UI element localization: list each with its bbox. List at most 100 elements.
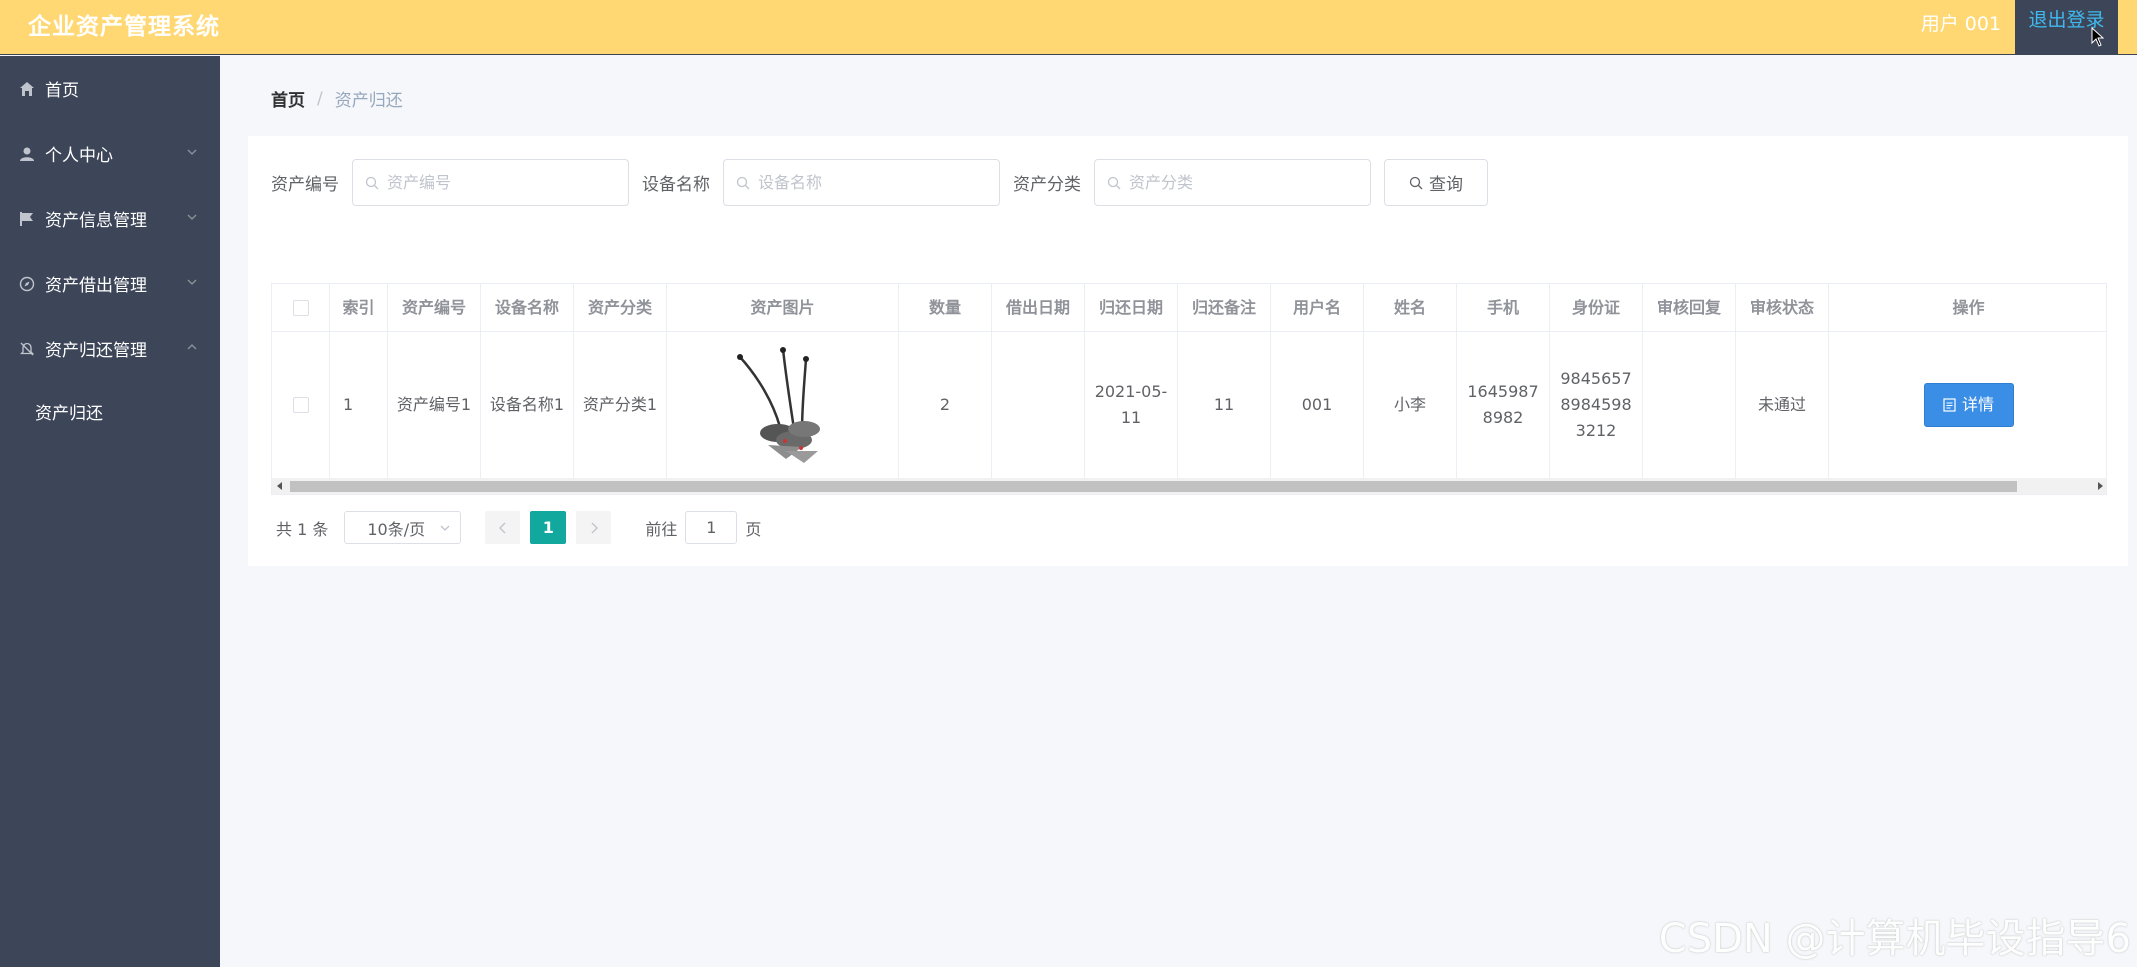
phone-cell: 16459878982 bbox=[1457, 332, 1550, 478]
chevron-right-icon bbox=[591, 522, 598, 533]
sidebar-item-label: 首页 bbox=[45, 81, 79, 101]
lend-date-cell bbox=[992, 332, 1085, 478]
column-header: 审核状态 bbox=[1736, 284, 1829, 331]
column-header: 资产分类 bbox=[574, 284, 667, 331]
sidebar-item-personal-center[interactable]: 个人中心 bbox=[0, 121, 220, 186]
page-number-button[interactable]: 1 bbox=[530, 511, 567, 544]
detail-button-label: 详情 bbox=[1961, 395, 1994, 414]
sidebar: 首页 个人中心 资产信息管理 资产借出管理 资产归还管理 资产归还 bbox=[0, 56, 220, 967]
home-icon bbox=[18, 80, 36, 98]
query-button[interactable]: 查询 bbox=[1384, 159, 1488, 206]
sidebar-item-asset-lending[interactable]: 资产借出管理 bbox=[0, 251, 220, 316]
chevron-up-icon bbox=[187, 344, 197, 350]
column-header: 用户名 bbox=[1271, 284, 1364, 331]
sidebar-item-label: 资产信息管理 bbox=[45, 211, 147, 231]
device-name-label: 设备名称 bbox=[642, 175, 710, 195]
column-header: 设备名称 bbox=[481, 284, 574, 331]
breadcrumb-current: 资产归还 bbox=[334, 91, 403, 111]
app-title: 企业资产管理系统 bbox=[28, 14, 220, 40]
device-name-input-wrapper bbox=[723, 159, 1000, 206]
flag-icon bbox=[18, 210, 36, 228]
column-header: 索引 bbox=[330, 284, 388, 331]
watermark: CSDN @计算机毕设指导6 bbox=[1658, 916, 2131, 962]
sidebar-item-label: 资产借出管理 bbox=[45, 276, 147, 296]
device-name-input[interactable] bbox=[724, 160, 999, 205]
return-note-cell: 11 bbox=[1178, 332, 1271, 478]
search-icon bbox=[1107, 176, 1121, 190]
search-icon bbox=[736, 176, 750, 190]
header-select-all-cell bbox=[272, 284, 330, 331]
next-page-button[interactable] bbox=[576, 511, 612, 544]
table-header: 索引 资产编号 设备名称 资产分类 资产图片 数量 借出日期 归还日期 归还备注… bbox=[272, 284, 2106, 332]
bell-off-icon bbox=[18, 340, 36, 358]
sidebar-item-asset-return[interactable]: 资产归还管理 bbox=[0, 316, 220, 381]
column-header: 姓名 bbox=[1364, 284, 1457, 331]
compass-icon bbox=[18, 275, 36, 293]
goto-page-input[interactable] bbox=[685, 511, 738, 544]
review-reply-cell bbox=[1643, 332, 1736, 478]
sidebar-item-label: 个人中心 bbox=[45, 146, 113, 166]
select-all-checkbox[interactable] bbox=[292, 299, 309, 316]
quantity-cell: 2 bbox=[899, 332, 992, 478]
table-row: 1 资产编号1 设备名称1 资产分类1 2 2021-05-11 11 001 … bbox=[272, 332, 2106, 478]
scrollbar-thumb[interactable] bbox=[290, 481, 2017, 492]
username-cell: 001 bbox=[1271, 332, 1364, 478]
horizontal-scrollbar[interactable] bbox=[272, 478, 2106, 494]
category-label: 资产分类 bbox=[1013, 175, 1081, 195]
action-cell: 详情 bbox=[1829, 332, 2106, 478]
category-input[interactable] bbox=[1095, 160, 1370, 205]
page-size-select[interactable]: 10条/页 bbox=[344, 511, 462, 544]
document-icon bbox=[1943, 398, 1956, 412]
chevron-down-icon bbox=[440, 525, 450, 531]
total-count: 共 1 条 bbox=[276, 519, 329, 539]
sidebar-item-label: 资产归还管理 bbox=[45, 341, 147, 361]
query-button-label: 查询 bbox=[1429, 175, 1463, 195]
chevron-down-icon bbox=[187, 279, 197, 285]
scroll-left-arrow-icon[interactable] bbox=[277, 482, 282, 490]
category-input-wrapper bbox=[1094, 159, 1371, 206]
chevron-down-icon bbox=[187, 214, 197, 220]
chevron-left-icon bbox=[498, 522, 506, 533]
detail-button[interactable]: 详情 bbox=[1923, 383, 2014, 427]
mouse-cursor-icon bbox=[2091, 27, 2105, 47]
row-select-cell bbox=[272, 332, 330, 478]
chevron-down-icon bbox=[187, 149, 197, 155]
name-cell: 小李 bbox=[1364, 332, 1457, 478]
goto-label: 前往 bbox=[645, 519, 678, 539]
column-header: 操作 bbox=[1952, 297, 1985, 317]
column-header: 身份证 bbox=[1550, 284, 1643, 331]
asset-image-cell bbox=[667, 332, 899, 478]
scroll-right-arrow-icon[interactable] bbox=[2098, 482, 2103, 490]
prev-page-button[interactable] bbox=[485, 511, 521, 544]
column-header: 数量 bbox=[899, 284, 992, 331]
device-name-cell: 设备名称1 bbox=[481, 332, 574, 478]
page-suffix-label: 页 bbox=[745, 519, 762, 539]
sidebar-item-home[interactable]: 首页 bbox=[0, 56, 220, 121]
column-header: 归还日期 bbox=[1085, 284, 1178, 331]
sidebar-item-asset-info[interactable]: 资产信息管理 bbox=[0, 186, 220, 251]
top-header: 企业资产管理系统 用户 001 退出登录 bbox=[0, 0, 2137, 55]
page-size-value: 10条/页 bbox=[367, 519, 426, 539]
search-icon bbox=[1409, 176, 1423, 189]
column-header: 资产图片 bbox=[667, 284, 899, 331]
column-header: 审核回复 bbox=[1643, 284, 1736, 331]
breadcrumb-home-link[interactable]: 首页 bbox=[271, 86, 305, 111]
search-form: 资产编号 设备名称 资产分类 查询 bbox=[271, 159, 1488, 206]
index-cell: 1 bbox=[330, 332, 388, 478]
current-user-label: 用户 001 bbox=[1920, 13, 2001, 35]
pagination: 共 1 条 10条/页 1 前往 页 bbox=[276, 511, 761, 544]
asset-no-input-wrapper bbox=[352, 159, 629, 206]
asset-no-cell: 资产编号1 bbox=[388, 332, 481, 478]
return-date-cell: 2021-05-11 bbox=[1085, 332, 1178, 478]
breadcrumb: 首页 / 资产归还 bbox=[271, 86, 403, 112]
column-header: 资产编号 bbox=[388, 284, 481, 331]
category-cell: 资产分类1 bbox=[574, 332, 667, 478]
row-checkbox[interactable] bbox=[292, 397, 309, 413]
asset-no-label: 资产编号 bbox=[271, 175, 339, 195]
sidebar-subitem-asset-return[interactable]: 资产归还 bbox=[0, 381, 220, 441]
column-header: 归还备注 bbox=[1178, 284, 1271, 331]
column-header: 借出日期 bbox=[992, 284, 1085, 331]
data-table: 索引 资产编号 设备名称 资产分类 资产图片 数量 借出日期 归还日期 归还备注… bbox=[271, 283, 2107, 495]
review-status-cell: 未通过 bbox=[1736, 332, 1829, 478]
asset-no-input[interactable] bbox=[353, 160, 628, 205]
